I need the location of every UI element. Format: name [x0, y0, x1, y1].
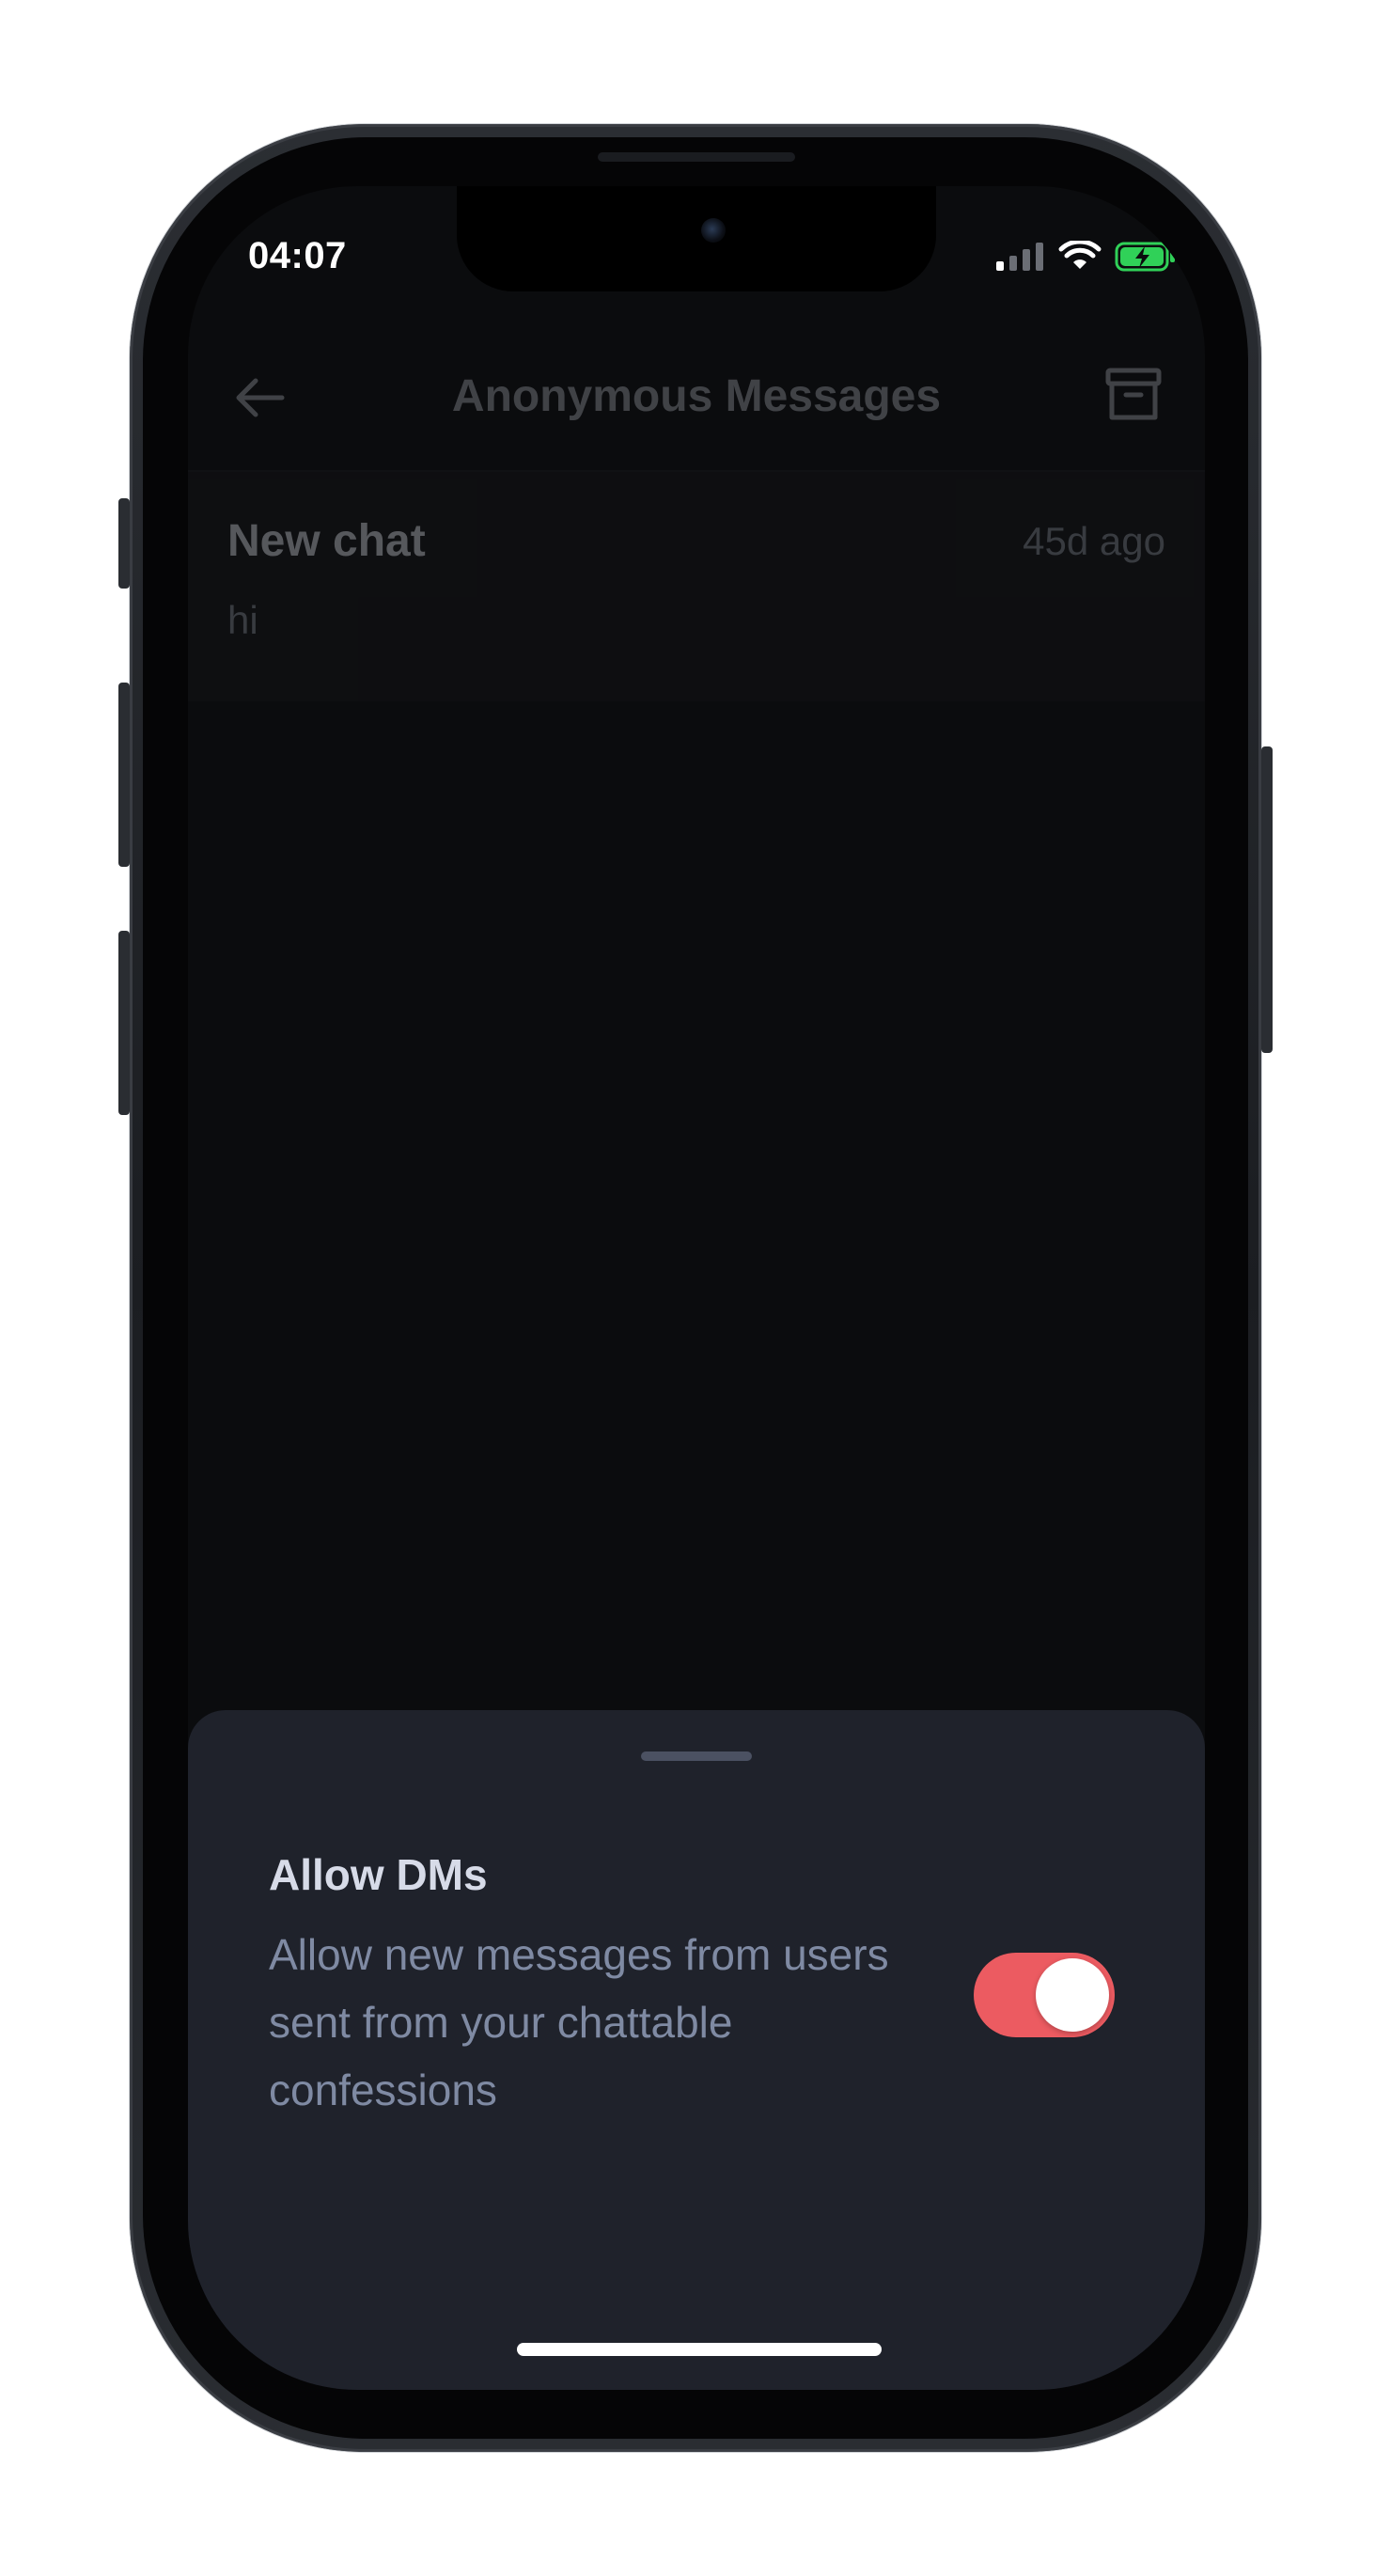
status-icons [996, 241, 1177, 273]
status-time: 04:07 [248, 235, 347, 276]
wifi-icon [1058, 241, 1102, 269]
earpiece-speaker [598, 152, 795, 162]
silent-switch [118, 498, 130, 589]
toggle-knob [1036, 1958, 1109, 2032]
allow-dms-title: Allow DMs [269, 1850, 488, 1899]
allow-dms-description: Allow new messages from users sent from … [269, 1930, 889, 2114]
chat-title: New chat [227, 516, 426, 566]
phone-screen: 04:07 Anonymous Messages New chat 45d ag… [188, 186, 1205, 2390]
page-title: Anonymous Messages [451, 371, 942, 421]
chat-list-item[interactable]: New chat 45d ago hi [188, 470, 1205, 701]
volume-down-button [118, 931, 130, 1115]
power-button [1261, 746, 1273, 1053]
archive-icon[interactable] [1103, 365, 1164, 425]
sheet-drag-handle[interactable] [641, 1751, 752, 1761]
chat-timestamp: 45d ago [1023, 519, 1165, 563]
battery-charging-icon [1115, 242, 1175, 272]
allow-dms-toggle[interactable] [974, 1953, 1115, 2037]
cellular-signal-icon [996, 243, 1043, 271]
notch [457, 186, 936, 291]
chat-preview: hi [227, 598, 258, 642]
app-header: Anonymous Messages [188, 337, 1205, 472]
volume-up-button [118, 683, 130, 867]
home-indicator[interactable] [517, 2343, 882, 2356]
front-camera [701, 218, 726, 243]
bottom-sheet: Allow DMs Allow new messages from users … [188, 1710, 1205, 2390]
